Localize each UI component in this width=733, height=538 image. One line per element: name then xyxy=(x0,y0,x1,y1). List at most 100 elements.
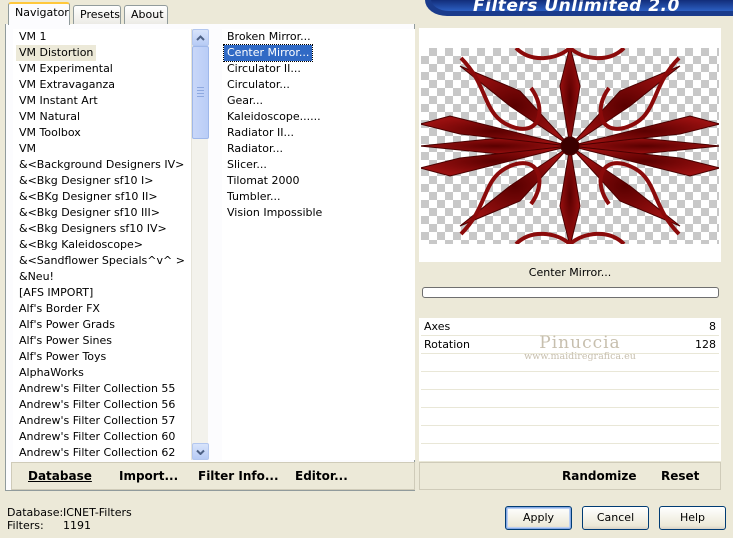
parameter-row[interactable] xyxy=(421,426,719,444)
category-list: VM 1 VM Distortion VM Experimental VM Extra… xyxy=(13,29,191,460)
current-filter-name: Center Mirror... xyxy=(528,266,612,279)
category-item[interactable]: Andrew's Filter Collection 57 xyxy=(16,413,191,429)
category-item[interactable]: &<Bkg Kaleidoscope> xyxy=(16,237,191,253)
scroll-up-button[interactable] xyxy=(192,29,209,46)
parameter-value: 8 xyxy=(709,320,716,333)
category-item-label: &Neu! xyxy=(19,270,54,283)
category-item[interactable]: Alf's Border FX xyxy=(16,301,191,317)
filter-item[interactable]: Broken Mirror... xyxy=(224,29,415,45)
category-item[interactable]: VM Distortion xyxy=(16,45,97,61)
category-scrollbar[interactable] xyxy=(191,29,209,460)
category-item-label: [AFS IMPORT] xyxy=(19,286,94,299)
tab-presets[interactable]: Presets xyxy=(73,5,121,24)
filter-item[interactable]: Kaleidoscope...... xyxy=(224,109,415,125)
category-item-label: VM Experimental xyxy=(19,62,113,75)
apply-button[interactable]: Apply xyxy=(505,506,572,530)
parameter-list: Axes 8 Rotation 128 xyxy=(421,318,719,462)
category-item[interactable]: VM xyxy=(16,141,191,157)
randomize-button[interactable]: Randomize xyxy=(562,469,636,483)
category-item-label: VM Extravaganza xyxy=(19,78,116,91)
cancel-button[interactable]: Cancel xyxy=(582,506,649,530)
category-item[interactable]: VM Toolbox xyxy=(16,125,191,141)
filter-item[interactable]: Radiator... xyxy=(224,141,415,157)
category-item[interactable]: &<Bkg Designers sf10 IV> xyxy=(16,221,191,237)
chevron-down-icon xyxy=(196,449,205,455)
help-button[interactable]: Help xyxy=(659,506,726,530)
category-item[interactable]: Andrew's Filter Collection 56 xyxy=(16,397,191,413)
chevron-up-icon xyxy=(196,34,205,41)
category-item[interactable]: Alf's Power Toys xyxy=(16,349,191,365)
category-item-label: Andrew's Filter Collection 55 xyxy=(19,382,176,395)
filter-preview xyxy=(421,48,719,244)
parameter-row[interactable] xyxy=(421,408,719,426)
category-item[interactable]: Alf's Power Sines xyxy=(16,333,191,349)
category-item[interactable]: AlphaWorks xyxy=(16,365,191,381)
filter-item[interactable]: Tilomat 2000 xyxy=(224,173,415,189)
category-item[interactable]: &Neu! xyxy=(16,269,191,285)
filter-item[interactable]: Vision Impossible xyxy=(224,205,415,221)
status-database-value: ICNET-Filters xyxy=(63,506,132,519)
reset-button[interactable]: Reset xyxy=(661,469,699,483)
filter-item-label: Radiator II... xyxy=(227,126,294,139)
filter-info-button[interactable]: Filter Info... xyxy=(198,469,279,483)
filter-item[interactable]: Circulator II... xyxy=(224,61,415,77)
parameter-row[interactable] xyxy=(421,354,719,372)
status-filters-value: 1191 xyxy=(63,519,91,532)
filter-item[interactable]: Gear... xyxy=(224,93,415,109)
database-button[interactable]: Database xyxy=(28,469,92,483)
category-item-label: Andrew's Filter Collection 62 xyxy=(19,446,176,459)
parameter-row[interactable]: Rotation 128 xyxy=(421,336,719,354)
category-item[interactable]: &<Background Designers IV> xyxy=(16,157,191,173)
category-item-label: &<BKg Designer sf10 II> xyxy=(19,190,158,203)
category-item[interactable]: Andrew's Filter Collection 60 xyxy=(16,429,191,445)
category-item-label: &<Background Designers IV> xyxy=(19,158,185,171)
category-item[interactable]: &<Bkg Designer sf10 III> xyxy=(16,205,191,221)
scroll-down-button[interactable] xyxy=(192,443,209,460)
category-item-label: &<Bkg Designer sf10 I> xyxy=(19,174,154,187)
filter-item[interactable]: Center Mirror... xyxy=(222,44,314,62)
import-button[interactable]: Import... xyxy=(119,469,178,483)
parameter-row[interactable]: Axes 8 xyxy=(421,318,719,336)
tab-navigator[interactable]: Navigator xyxy=(8,2,70,25)
tab-about[interactable]: About xyxy=(124,5,168,24)
filter-item[interactable]: Radiator II... xyxy=(224,125,415,141)
category-item-label: Alf's Border FX xyxy=(19,302,100,315)
editor-button[interactable]: Editor... xyxy=(295,469,348,483)
category-item-label: VM Natural xyxy=(19,110,81,123)
parameter-row[interactable] xyxy=(421,390,719,408)
category-item[interactable]: Andrew's Filter Collection 55 xyxy=(16,381,191,397)
category-item-label: Alf's Power Sines xyxy=(19,334,112,347)
filter-item[interactable]: Circulator... xyxy=(224,77,415,93)
parameter-value: 128 xyxy=(695,338,716,351)
kaleidoscope-preview-image xyxy=(421,48,719,244)
category-item[interactable]: VM Natural xyxy=(16,109,191,125)
category-item[interactable]: [AFS IMPORT] xyxy=(16,285,191,301)
category-item[interactable]: Andrew's Filter Collection 62 xyxy=(16,445,191,460)
filter-button-bar: Randomize Reset xyxy=(419,462,721,490)
category-item[interactable]: &<Bkg Designer sf10 I> xyxy=(16,173,191,189)
filter-item-label: Circulator II... xyxy=(227,62,301,75)
category-item-label: VM 1 xyxy=(19,30,47,43)
category-item[interactable]: VM Instant Art xyxy=(16,93,191,109)
navigator-button-bar: Database Import... Filter Info... Editor… xyxy=(11,462,415,490)
category-item[interactable]: VM Experimental xyxy=(16,61,191,77)
title-banner: Filters Unlimited 2.0 xyxy=(425,0,733,16)
category-item[interactable]: &<BKg Designer sf10 II> xyxy=(16,189,191,205)
parameter-row[interactable] xyxy=(421,372,719,390)
category-item[interactable]: &<Sandflower Specials^v^ > xyxy=(16,253,191,269)
category-item-label: VM Distortion xyxy=(19,46,94,59)
banner-title: Filters Unlimited 2.0 xyxy=(473,0,680,16)
category-item[interactable]: VM Extravaganza xyxy=(16,77,191,93)
filter-item-label: Center Mirror... xyxy=(227,46,310,59)
filter-item[interactable]: Slicer... xyxy=(224,157,415,173)
category-item[interactable]: VM 1 xyxy=(16,29,191,45)
category-item[interactable]: Alf's Power Grads xyxy=(16,317,191,333)
filter-item[interactable]: Tumbler... xyxy=(224,189,415,205)
category-item-label: Alf's Power Grads xyxy=(19,318,115,331)
category-item-label: &<Bkg Kaleidoscope> xyxy=(19,238,144,251)
filter-item-label: Slicer... xyxy=(227,158,267,171)
parameter-row[interactable] xyxy=(421,444,719,462)
category-item-label: Alf's Power Toys xyxy=(19,350,107,363)
category-item-label: Andrew's Filter Collection 56 xyxy=(19,398,176,411)
scroll-thumb[interactable] xyxy=(192,46,209,139)
